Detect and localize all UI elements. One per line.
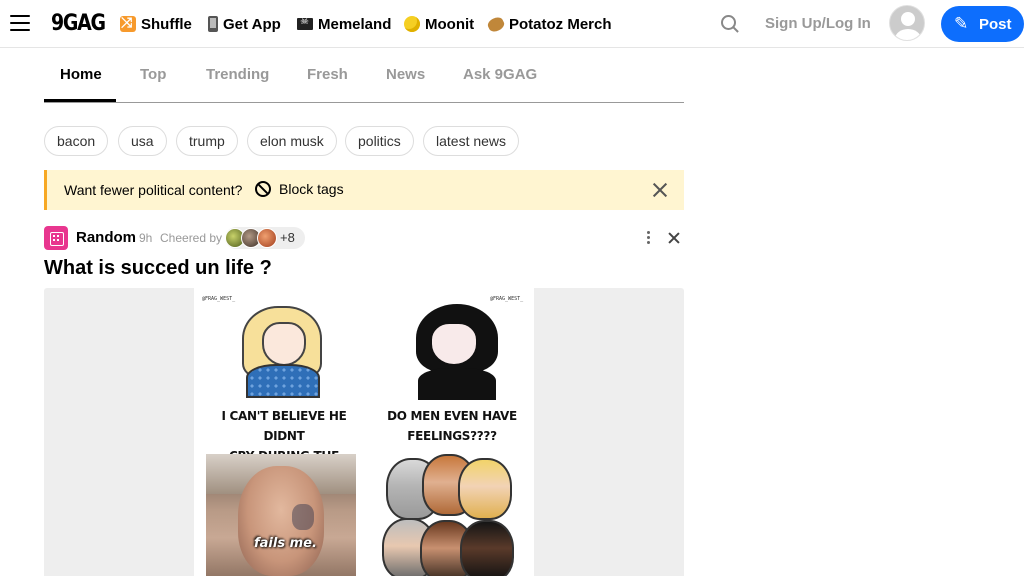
tab-news[interactable]: News [386,66,425,83]
goth-wojak-body [418,368,496,400]
signup-login-link[interactable]: Sign Up/Log In [765,15,871,32]
section-random-icon[interactable] [44,226,68,250]
menu-icon[interactable] [10,15,30,33]
caption-line: DO MEN EVEN HAVE [387,409,517,423]
watermark: @FRAG_WEST_ [202,296,236,302]
tag-chip[interactable]: politics [345,126,414,156]
post-button-label: Post [979,15,1012,33]
political-content-banner: Want fewer political content? Block tags [44,170,684,210]
tag-chip[interactable]: usa [118,126,167,156]
nav-label: Potatoz Merch [509,15,612,33]
cheer-count: +8 [280,230,295,245]
nav-label: Get App [223,15,281,33]
tag-chip[interactable]: trump [176,126,238,156]
nav-label: Memeland [318,15,392,33]
search-icon[interactable] [720,14,740,34]
post-button[interactable]: Post [941,6,1024,42]
potato-icon [486,14,506,34]
caption-line: FEELINGS???? [407,429,497,443]
tab-ask-9gag[interactable]: Ask 9GAG [463,66,537,83]
block-tags-label: Block tags [279,181,344,197]
block-tags-button[interactable]: Block tags [255,181,344,197]
moon-coin-icon [404,16,420,32]
nav-shuffle[interactable]: Shuffle [120,14,192,34]
phone-icon [208,16,218,32]
tag-chip[interactable]: elon musk [247,126,337,156]
post-time: 9h [139,231,153,245]
cheer-avatars[interactable]: +8 [225,227,305,249]
close-icon[interactable] [666,230,682,246]
section-name[interactable]: Random [76,229,136,246]
tab-home[interactable]: Home [60,66,102,83]
tab-fresh[interactable]: Fresh [307,66,348,83]
tab-trending[interactable]: Trending [206,66,269,83]
goth-wojak-face [430,322,478,366]
shuffle-icon [120,14,136,32]
cheered-by-label: Cheered by [160,231,223,245]
blonde-wojak-dress [246,364,320,398]
nav-moonit[interactable]: Moonit [404,14,474,34]
tag-chip[interactable]: latest news [423,126,520,156]
block-icon [255,181,271,197]
post-title[interactable]: What is succed un life ? [44,257,272,280]
chad-face [458,458,512,520]
caption-line: I CAN'T BELIEVE HE DIDNT [221,409,347,443]
meme-image: @FRAG_WEST_ @FRAG_WEST_ I CAN'T BELIEVE … [194,288,534,576]
blonde-wojak-face [262,322,306,366]
pencil-icon [954,14,969,34]
photo-subtitle: fails me. [254,536,317,551]
top-header: 9GAG Shuffle Get App Memeland Moonit Pot… [0,0,1024,48]
nav-label: Shuffle [141,15,192,33]
meme-caption: DO MEN EVEN HAVE FEELINGS???? [372,406,532,446]
close-icon[interactable] [650,180,670,200]
tag-chip[interactable]: bacon [44,126,109,156]
more-options-icon[interactable] [640,231,656,245]
avatar[interactable] [889,5,925,41]
nav-potatoz-merch[interactable]: Potatoz Merch [486,14,612,34]
site-logo[interactable]: 9GAG [51,11,106,36]
nav-label: Moonit [425,15,475,33]
tab-top[interactable]: Top [140,66,166,83]
avatar [257,228,277,248]
chad-face [460,520,514,576]
man-photo: fails me. [206,454,356,576]
feed-tabs: Home Top Trending Fresh News Ask 9GAG [44,49,684,103]
active-tab-indicator [44,99,116,102]
nav-memeland[interactable]: Memeland [297,14,391,34]
nav-get-app[interactable]: Get App [208,14,281,34]
banner-text: Want fewer political content? [64,182,243,198]
post-media[interactable]: @FRAG_WEST_ @FRAG_WEST_ I CAN'T BELIEVE … [44,288,684,576]
pirate-flag-icon [297,16,313,30]
watermark: @FRAG_WEST_ [490,296,524,302]
